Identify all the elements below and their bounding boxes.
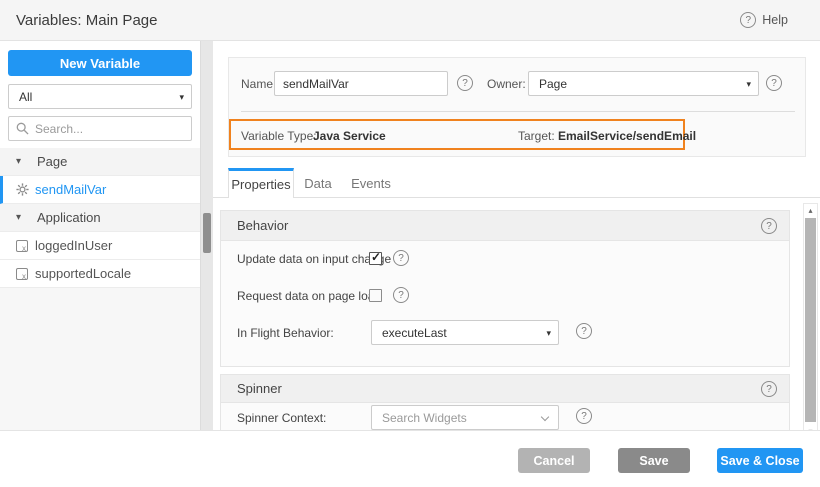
caret-down-icon [746, 79, 751, 90]
behavior-section-header: Behavior [221, 211, 789, 241]
search-box [8, 116, 192, 141]
tab-properties[interactable]: Properties [228, 168, 294, 198]
update-data-help-icon[interactable] [393, 250, 409, 266]
variable-icon [14, 268, 30, 280]
tabbar: Properties Data Events [228, 168, 400, 198]
titlebar: Variables: Main Page Help [0, 0, 820, 41]
tree-group-application[interactable]: Application [0, 204, 200, 232]
sidebar-empty-area [0, 288, 200, 430]
tab-events[interactable]: Events [342, 168, 400, 198]
chevron-down-icon [541, 413, 549, 421]
target-value: EmailService/sendEmail [558, 129, 696, 143]
spinner-section-header: Spinner [221, 375, 789, 403]
variable-type-label: Variable Type: [241, 129, 317, 143]
help-icon [740, 12, 756, 28]
search-input[interactable] [8, 116, 192, 141]
spinner-title: Spinner [237, 381, 282, 396]
name-input[interactable] [274, 71, 448, 96]
owner-select[interactable]: Page [528, 71, 759, 96]
help-button[interactable]: Help [740, 12, 788, 28]
caret-down-icon [16, 156, 32, 167]
in-flight-behavior-value: executeLast [382, 326, 447, 340]
spinner-context-label: Spinner Context: [237, 411, 326, 425]
new-variable-button[interactable]: New Variable [8, 50, 192, 76]
spinner-help-icon[interactable] [761, 381, 777, 397]
caret-down-icon [179, 92, 184, 103]
tree-group-label: Page [37, 154, 67, 169]
tree-item-label: sendMailVar [35, 182, 106, 197]
footer-bar: Cancel Save Save & Close [0, 430, 820, 487]
owner-help-icon[interactable] [766, 75, 782, 91]
tree-item-loggedinuser[interactable]: loggedInUser [0, 232, 200, 260]
tree-group-page[interactable]: Page [0, 148, 200, 176]
cancel-button[interactable]: Cancel [518, 448, 590, 473]
variable-type-value: Java Service [313, 129, 386, 143]
help-label: Help [762, 13, 788, 27]
variable-filter-value: All [19, 90, 32, 104]
service-variable-gear-icon [14, 183, 30, 196]
spinner-context-placeholder: Search Widgets [382, 411, 467, 425]
save-and-close-button[interactable]: Save & Close [717, 448, 803, 473]
in-flight-behavior-label: In Flight Behavior: [237, 326, 334, 340]
tree-item-label: loggedInUser [35, 238, 112, 253]
scrollbar-thumb[interactable] [203, 213, 211, 253]
sidebar-scrollbar[interactable] [200, 41, 213, 430]
main-panel: Name:* Owner:* Page Variable Type: Java … [213, 41, 820, 430]
behavior-section: Behavior Update data on input change Req… [220, 210, 790, 367]
variable-summary-panel: Name:* Owner:* Page Variable Type: Java … [228, 57, 806, 157]
in-flight-behavior-select[interactable]: executeLast [371, 320, 559, 345]
page-title: Variables: Main Page [16, 12, 157, 29]
variable-filter-select[interactable]: All [8, 84, 192, 109]
variables-dialog: Variables: Main Page Help New Variable A… [0, 0, 820, 487]
save-button[interactable]: Save [618, 448, 690, 473]
request-data-checkbox[interactable] [369, 289, 382, 302]
update-data-label: Update data on input change [237, 252, 391, 266]
tree-item-sendmailvar[interactable]: sendMailVar [0, 176, 200, 204]
spinner-context-select[interactable]: Search Widgets [371, 405, 559, 430]
caret-down-icon [546, 328, 551, 339]
owner-value: Page [539, 77, 567, 91]
in-flight-behavior-help-icon[interactable] [576, 323, 592, 339]
divider [241, 111, 795, 112]
owner-label: Owner:* [487, 77, 532, 91]
scrollbar-thumb[interactable] [805, 218, 816, 422]
content-scrollbar[interactable] [803, 203, 818, 430]
target-label: Target: [518, 129, 555, 143]
tree-group-label: Application [37, 210, 101, 225]
sidebar: New Variable All Page [0, 41, 200, 430]
tree-item-supportedlocale[interactable]: supportedLocale [0, 260, 200, 288]
variable-icon [14, 240, 30, 252]
variable-tree: Page sendMailVar [0, 148, 200, 288]
request-data-label: Request data on page load [237, 289, 381, 303]
tab-data[interactable]: Data [294, 168, 342, 198]
request-data-help-icon[interactable] [393, 287, 409, 303]
behavior-help-icon[interactable] [761, 218, 777, 234]
variable-type-highlight-box: Variable Type: Java Service Target: Emai… [229, 119, 685, 150]
tree-item-label: supportedLocale [35, 266, 131, 281]
name-help-icon[interactable] [457, 75, 473, 91]
behavior-title: Behavior [237, 218, 288, 233]
spinner-context-help-icon[interactable] [576, 408, 592, 424]
scroll-up-icon[interactable] [804, 206, 817, 215]
spinner-section: Spinner Spinner Context: Search Widgets [220, 374, 790, 430]
search-icon [16, 122, 29, 135]
caret-down-icon [16, 212, 32, 223]
update-data-checkbox[interactable] [369, 252, 382, 265]
